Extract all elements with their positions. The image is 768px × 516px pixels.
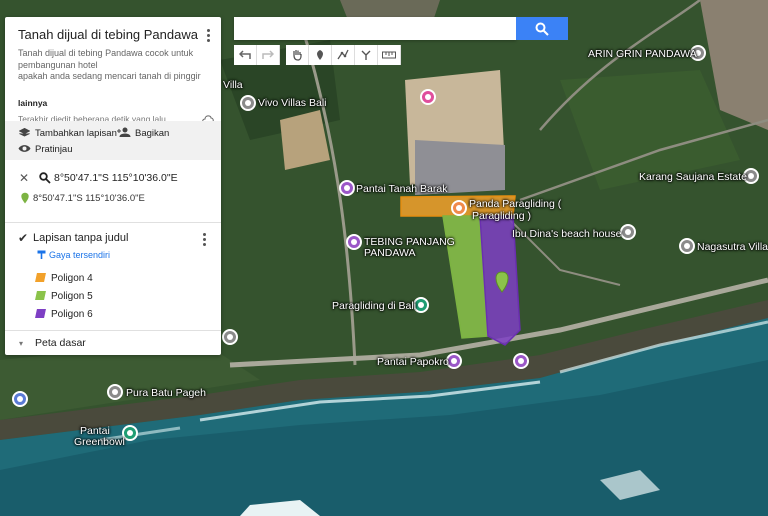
polygon-swatch-icon [35,273,46,282]
layer-checkbox-icon[interactable]: ✔ [18,231,28,245]
place-label[interactable]: Vivo Villas Bali [258,97,326,109]
camera-pin-icon[interactable] [346,234,362,250]
directions-icon[interactable] [355,45,378,65]
eye-icon [18,145,31,152]
camera-pin-icon[interactable] [513,353,529,369]
marker-icon[interactable] [309,45,332,65]
place-label[interactable]: Pura Batu Pageh [126,387,206,399]
search-input[interactable] [234,17,516,40]
undo-icon[interactable] [234,45,257,65]
map-description[interactable]: Tanah dijual di tebing Pandawa cocok unt… [18,48,208,83]
place-label[interactable]: ARIN GRIN PANDAWA [588,48,697,60]
redo-icon[interactable] [257,45,280,65]
attraction-pin-icon[interactable] [451,200,467,216]
search-icon [535,22,549,36]
place-pin-icon[interactable] [240,95,256,111]
place-label[interactable]: Panda Paragliding ( [469,198,561,210]
temple-pin-icon[interactable] [107,384,123,400]
place-label[interactable]: Ibu Dina's beach house [512,228,621,240]
polygon-item[interactable]: Poligon 6 [35,309,93,320]
close-icon[interactable]: ✕ [19,171,29,185]
place-label[interactable]: Villa [223,79,243,91]
place-label[interactable]: Pantai Papokro [377,356,449,368]
expand-arrow-icon[interactable]: ▾ [19,339,23,348]
green-marker-icon [21,192,29,204]
map-legend-panel: Tanah dijual di tebing Pandawa c... Tana… [5,17,221,355]
place-label[interactable]: Greenbowl [74,436,125,448]
marker-coordinate[interactable]: 8°50'47.1"S 115°10'36.0"E [33,193,145,204]
place-label[interactable]: Nagasutra Villa [697,241,768,253]
polygon-swatch-icon [35,291,46,300]
layer-title[interactable]: Lapisan tanpa judul [33,232,128,244]
more-options-icon[interactable] [207,29,211,43]
panel-actions: Tambahkan lapisan Bagikan Pratinjau [5,121,221,160]
preview-button[interactable]: Pratinjau [35,144,73,155]
camera-pin-icon[interactable] [222,329,238,345]
share-button[interactable]: Bagikan [135,128,169,139]
divider [5,330,221,331]
draw-line-icon[interactable] [332,45,355,65]
map-title[interactable]: Tanah dijual di tebing Pandawa c... [18,27,198,42]
camera-pin-icon[interactable] [339,180,355,196]
layers-icon [19,128,30,137]
place-label[interactable]: Pantai Tanah Barak [356,183,447,195]
basemap-label[interactable]: Peta dasar [35,337,86,349]
style-link[interactable]: Gaya tersendiri [49,250,110,260]
search-result-title[interactable]: 8°50'47.1"S 115°10'36.0"E [54,172,178,184]
polygon-item[interactable]: Poligon 4 [35,273,93,284]
polygon-swatch-icon [35,309,46,318]
polygon-item[interactable]: Poligon 5 [35,291,93,302]
place-pin-icon[interactable] [679,238,695,254]
paint-roller-icon [37,250,46,259]
place-label[interactable]: Paragliding ) [472,210,531,222]
place-label[interactable]: Paragliding di Bali [332,300,416,312]
ruler-icon[interactable] [378,45,401,65]
search-button[interactable] [516,17,568,40]
more-link[interactable]: lainnya [18,98,47,108]
layer-options-icon[interactable] [203,233,207,247]
add-layer-button[interactable]: Tambahkan lapisan [35,128,117,139]
search-icon [39,172,51,184]
add-person-icon [117,127,131,137]
place-label[interactable]: PANDAWA [364,247,416,259]
parking-pin-icon[interactable] [12,391,28,407]
divider [5,222,221,223]
map-toolbar [234,45,401,65]
place-pin-icon[interactable] [620,224,636,240]
camera-pin-icon[interactable] [420,89,436,105]
place-label[interactable]: Karang Saujana Estate [639,171,747,183]
hand-icon[interactable] [286,45,309,65]
